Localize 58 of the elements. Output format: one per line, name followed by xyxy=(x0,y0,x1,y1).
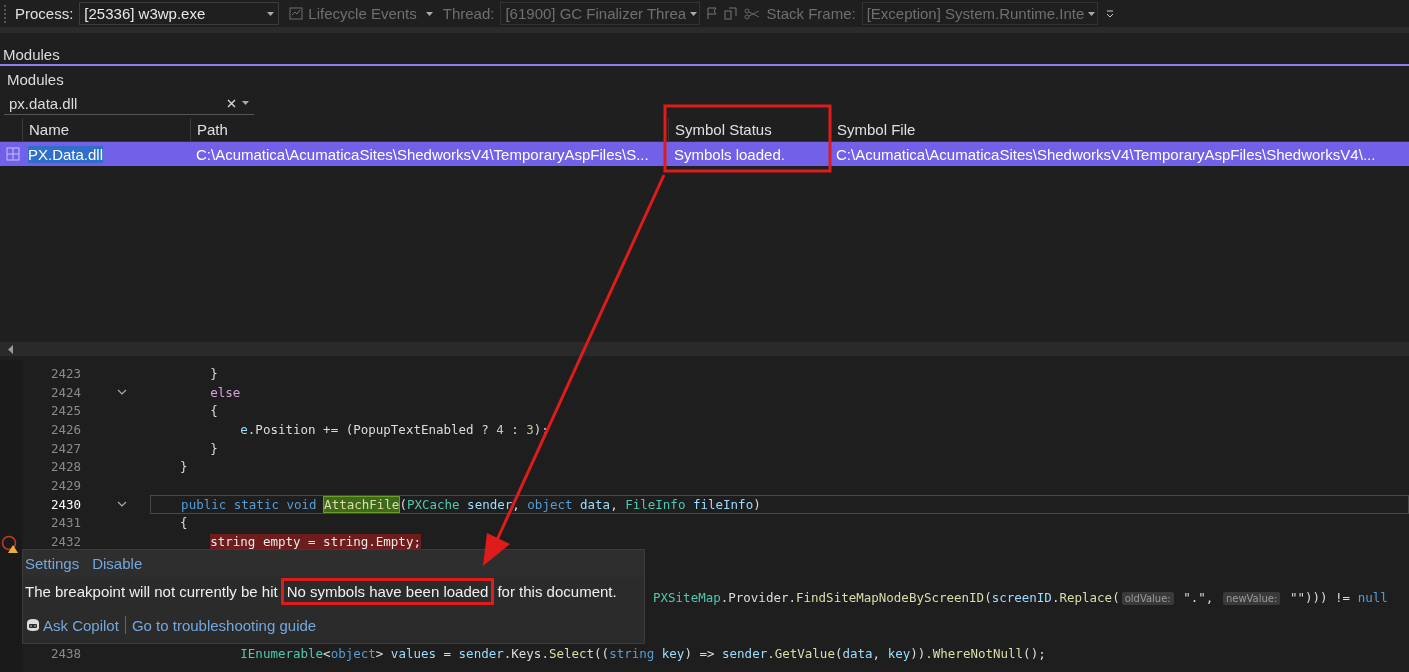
line-number: 2425 xyxy=(49,403,81,419)
code-line: public static void AttachFile(PXCache sender, object data, FileInfo fileInfo) xyxy=(180,496,761,512)
caret-icon xyxy=(690,11,698,16)
fold-chevron-icon[interactable] xyxy=(117,501,127,508)
horizontal-scrollbar[interactable] xyxy=(0,342,1409,356)
caret-icon xyxy=(1088,11,1096,16)
flag-icon[interactable] xyxy=(706,7,719,20)
line-number: 2426 xyxy=(49,421,81,437)
code-line: } xyxy=(179,459,188,475)
code-line: PXSiteMap.Provider.FindSiteMapNodeByScreenID(screenID.Replace( oldValue: ".", newValue: ""))) != null xyxy=(653,590,1388,606)
code-line: } xyxy=(209,365,218,381)
fold-chevron-icon[interactable] xyxy=(117,389,127,396)
column-header[interactable]: Symbol File xyxy=(830,118,1403,141)
robot-icon xyxy=(25,618,41,632)
tool-window-tab[interactable]: Modules xyxy=(3,46,60,64)
code-line: IEnumerable<object> values = sender.Keys.Select((string key) => sender.GetValue(data, key)).WhereNotNull(); xyxy=(239,646,1046,662)
popup-link[interactable]: Disable xyxy=(92,555,143,572)
line-number: 2438 xyxy=(49,646,81,662)
column-header[interactable]: Symbol Status xyxy=(668,118,830,141)
ask-copilot-link[interactable]: Ask Copilot xyxy=(25,616,119,634)
table-cell-text: C:\Acumatica\AcumaticaSites\ShedworksV4\TemporaryAspFiles\S... xyxy=(195,145,650,163)
clear-icon[interactable] xyxy=(227,98,236,108)
process-dropdown[interactable]: [25336] w3wp.exe xyxy=(79,2,280,25)
table-row[interactable]: PX.Data.dll C:\Acumatica\AcumaticaSites\ShedworksV4\TemporaryAspFiles\S... Symbols loaded. C:\Acumatica\AcumaticaSites\ShedworksV4\TemporaryAspFiles\ShedworksV4\... xyxy=(0,142,1409,166)
code-line: } xyxy=(209,440,218,456)
line-number: 2429 xyxy=(49,477,81,493)
line-number: 2432 xyxy=(49,534,81,550)
troubleshooting-link[interactable]: Go to troubleshooting guide xyxy=(131,616,317,634)
line-number: 2423 xyxy=(49,365,81,381)
line-number: 2428 xyxy=(49,459,81,475)
thread-label: Thread: xyxy=(442,5,495,22)
line-number: 2430 xyxy=(49,496,81,512)
module-icon xyxy=(6,147,20,161)
message-text: for this document. xyxy=(497,583,617,600)
code-line: { xyxy=(179,515,188,531)
table-cell-text: C:\Acumatica\AcumaticaSites\ShedworksV4\TemporaryAspFiles\ShedworksV4\... xyxy=(835,145,1377,163)
code-line: else xyxy=(209,384,241,400)
caret-icon xyxy=(267,11,275,16)
line-number: 2424 xyxy=(49,384,81,400)
caret-icon xyxy=(425,11,433,16)
column-header[interactable]: Path xyxy=(190,118,668,141)
stack-frame-label: Stack Frame: xyxy=(766,5,856,22)
highlighted-text: No symbols have been loaded xyxy=(280,578,495,605)
line-number: 2427 xyxy=(49,440,81,456)
table-cell: PX.Data.dll xyxy=(28,145,104,163)
breakpoint-warning-icon[interactable] xyxy=(0,534,20,553)
overflow-icon[interactable] xyxy=(1105,8,1114,19)
caret-icon[interactable] xyxy=(242,101,249,105)
code-line: { xyxy=(209,403,218,419)
line-number: 2431 xyxy=(49,515,81,531)
panel-title: Modules xyxy=(7,70,64,88)
message-text: The breakpoint will not currently be hit xyxy=(25,583,278,600)
chart-icon xyxy=(289,7,304,20)
process-label: Process: xyxy=(15,5,74,22)
column-header[interactable]: Name xyxy=(22,118,190,141)
scroll-left-icon[interactable] xyxy=(7,344,15,354)
table-cell-text: Symbols loaded. xyxy=(673,145,786,163)
popup-link[interactable]: Settings xyxy=(25,555,80,572)
